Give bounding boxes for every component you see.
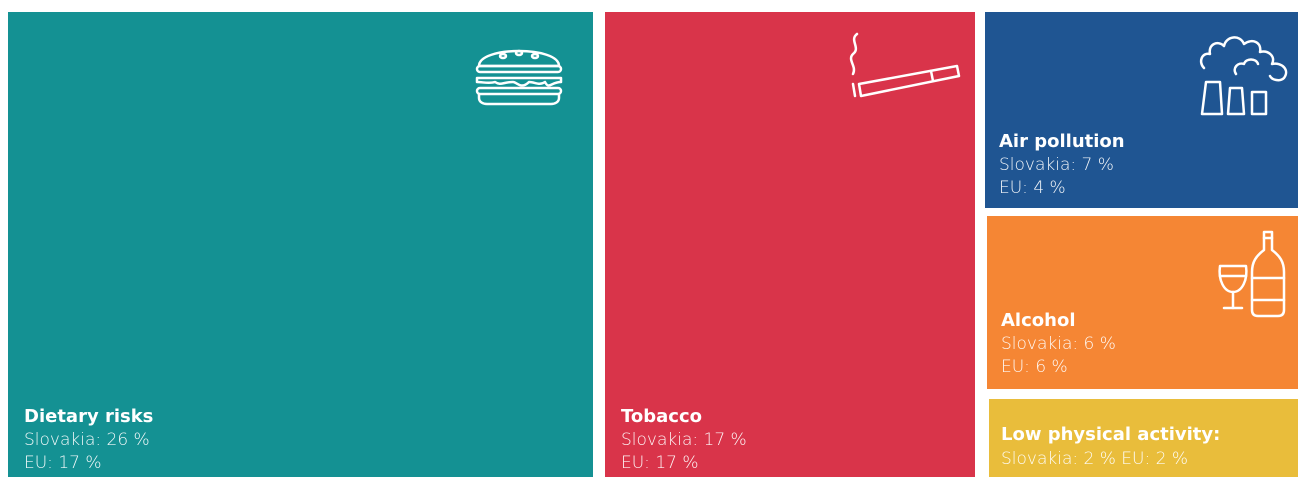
tile-alcohol: Alcohol Slovakia: 6 % EU: 6 % [987, 216, 1298, 389]
tile-label: Tobacco Slovakia: 17 % EU: 17 % [621, 405, 747, 475]
tile-tobacco: Tobacco Slovakia: 17 % EU: 17 % [605, 12, 975, 477]
category-name: Alcohol [1001, 310, 1076, 331]
tile-label: Dietary risks Slovakia: 26 % EU: 17 % [24, 405, 153, 475]
tile-label: Air pollution Slovakia: 7 % EU: 4 % [999, 130, 1125, 200]
eu-value: EU: 17 % [24, 453, 102, 473]
eu-value: EU: 4 % [999, 178, 1066, 198]
slovakia-value: Slovakia: 7 % [999, 155, 1114, 175]
slovakia-value: Slovakia: 17 % [621, 430, 747, 450]
burger-icon [475, 49, 563, 106]
category-name: Low physical activity: [1001, 424, 1221, 445]
tile-low-physical-activity: Low physical activity: Slovakia: 2 % EU:… [989, 399, 1298, 477]
tile-air-pollution: Air pollution Slovakia: 7 % EU: 4 % [985, 12, 1298, 208]
slovakia-value: Slovakia: 6 % [1001, 334, 1116, 354]
tile-dietary-risks: Dietary risks Slovakia: 26 % EU: 17 % [8, 12, 593, 477]
eu-value: EU: 6 % [1001, 357, 1068, 377]
factory-smoke-icon [1199, 36, 1288, 116]
cigarette-icon [849, 32, 961, 98]
eu-value: EU: 2 % [1121, 449, 1188, 469]
slovakia-value: Slovakia: 26 % [24, 430, 150, 450]
category-name: Dietary risks [24, 406, 154, 427]
tile-label: Low physical activity: Slovakia: 2 % EU:… [1001, 423, 1220, 471]
eu-value: EU: 17 % [621, 453, 699, 473]
category-name: Air pollution [999, 131, 1125, 152]
category-name: Tobacco [621, 406, 702, 427]
slovakia-value: Slovakia: 2 % [1001, 449, 1122, 469]
tile-label: Alcohol Slovakia: 6 % EU: 6 % [1001, 309, 1116, 379]
wine-bottle-icon [1218, 230, 1286, 318]
